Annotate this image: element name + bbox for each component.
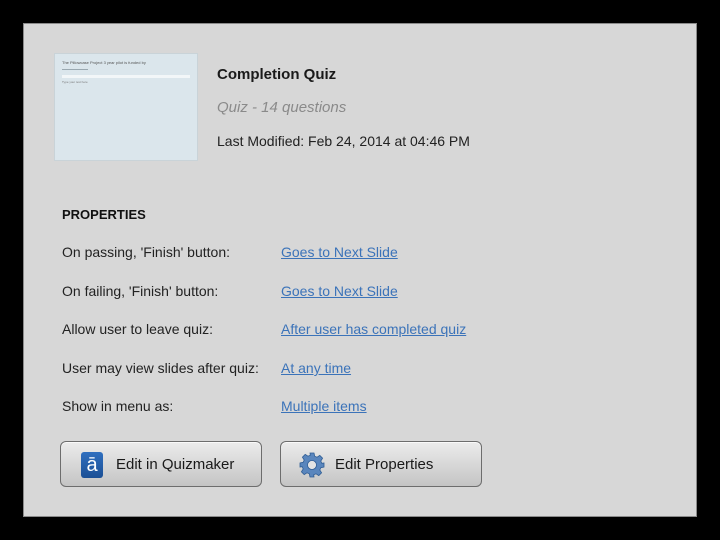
quiz-properties-panel: The Pillowcase Project 3 year pilot is f… [23, 23, 697, 517]
edit-properties-button[interactable]: Edit Properties [280, 441, 482, 487]
quiz-title: Completion Quiz [217, 66, 337, 83]
edit-in-quizmaker-label: Edit in Quizmaker [116, 456, 235, 473]
last-modified: Last Modified: Feb 24, 2014 at 04:46 PM [217, 133, 470, 149]
edit-in-quizmaker-button[interactable]: ā Edit in Quizmaker [60, 441, 262, 487]
thumbnail-line [62, 69, 88, 70]
slide-thumbnail[interactable]: The Pillowcase Project 3 year pilot is f… [54, 53, 198, 161]
property-link-passing[interactable]: Goes to Next Slide [281, 244, 398, 260]
thumbnail-caption: Type your text here [62, 80, 88, 84]
property-label-view-slides: User may view slides after quiz: [62, 360, 259, 376]
property-label-failing: On failing, 'Finish' button: [62, 283, 219, 299]
thumbnail-title: The Pillowcase Project 3 year pilot is f… [62, 60, 146, 65]
quizmaker-icon: ā [81, 452, 103, 478]
properties-heading: PROPERTIES [62, 207, 146, 222]
property-link-failing[interactable]: Goes to Next Slide [281, 283, 398, 299]
quiz-subtitle: Quiz - 14 questions [217, 99, 347, 116]
gear-icon [299, 452, 325, 478]
property-label-menu: Show in menu as: [62, 398, 174, 414]
property-link-leave-quiz[interactable]: After user has completed quiz [281, 321, 466, 337]
thumbnail-answer-bar [62, 75, 190, 78]
property-link-menu[interactable]: Multiple items [281, 398, 367, 414]
property-label-passing: On passing, 'Finish' button: [62, 244, 230, 260]
property-label-leave-quiz: Allow user to leave quiz: [62, 321, 213, 337]
property-link-view-slides[interactable]: At any time [281, 360, 351, 376]
edit-properties-label: Edit Properties [335, 456, 434, 473]
